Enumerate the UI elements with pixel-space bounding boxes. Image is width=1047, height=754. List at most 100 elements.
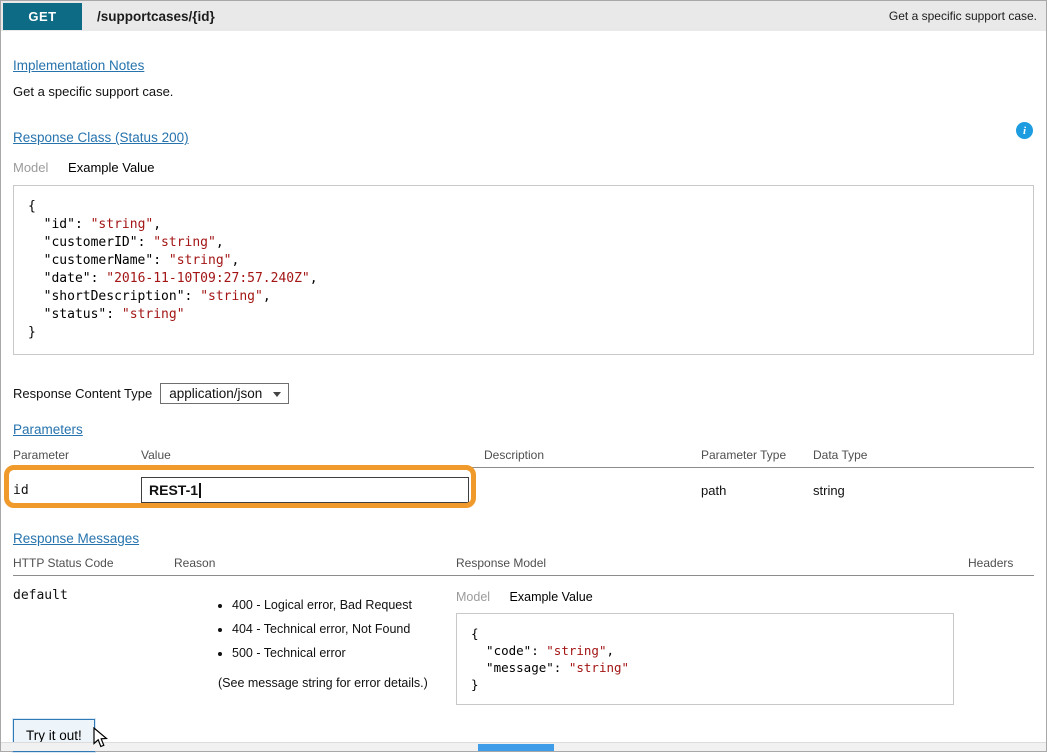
code-line: { [471, 625, 939, 642]
chevron-down-icon [273, 392, 281, 397]
json-comma: , [310, 271, 318, 286]
horizontal-scrollbar-thumb[interactable] [478, 744, 554, 751]
json-sep: : [185, 289, 201, 304]
code-line: "status": "string" [28, 306, 1019, 324]
column-header-parameter: Parameter [13, 448, 141, 462]
code-line: "customerName": "string", [28, 252, 1019, 270]
implementation-notes-link[interactable]: Implementation Notes [13, 58, 144, 73]
horizontal-scrollbar[interactable] [1, 742, 1046, 751]
json-value: "string" [200, 289, 263, 304]
reason-bullet-list: 400 - Logical error, Bad Request 404 - T… [174, 598, 456, 660]
json-sep: : [531, 643, 546, 658]
implementation-notes-text: Get a specific support case. [13, 84, 1034, 99]
json-comma: , [606, 643, 614, 658]
http-method-badge[interactable]: GET [3, 3, 82, 30]
column-header-headers: Headers [968, 556, 1034, 570]
json-sep: : [106, 307, 122, 322]
text-caret [199, 483, 201, 498]
param-value-cell: REST-1 [141, 477, 484, 503]
code-line: "message": "string" [471, 659, 939, 676]
param-data-type: string [813, 483, 1034, 498]
json-value: "string" [569, 660, 629, 675]
tab-model[interactable]: Model [13, 160, 48, 175]
json-sep: : [75, 217, 91, 232]
response-content-type-row: Response Content Type application/json [13, 383, 1034, 404]
reason-bullet: 500 - Technical error [232, 646, 456, 660]
code-line: "code": "string", [471, 642, 939, 659]
json-key: "message" [486, 660, 554, 675]
json-value: "string" [153, 235, 216, 250]
json-comma: , [153, 217, 161, 232]
json-key: "id" [44, 217, 75, 232]
json-value: "string" [169, 253, 232, 268]
column-header-data-type: Data Type [813, 448, 1034, 462]
status-code-cell: default [13, 588, 174, 603]
code-line: "id": "string", [28, 216, 1019, 234]
json-comma: , [263, 289, 271, 304]
column-header-reason: Reason [174, 556, 456, 570]
reason-cell: 400 - Logical error, Bad Request 404 - T… [174, 588, 456, 690]
code-line: "shortDescription": "string", [28, 288, 1019, 306]
id-value-input[interactable]: REST-1 [141, 477, 469, 503]
json-key: "customerID" [44, 235, 138, 250]
response-class-tabs: Model Example Value [13, 160, 1034, 175]
json-sep: : [91, 271, 107, 286]
json-key: "shortDescription" [44, 289, 185, 304]
selected-content-type: application/json [169, 386, 262, 401]
json-key: "status" [44, 307, 107, 322]
tab-example-value[interactable]: Example Value [68, 160, 154, 175]
json-key: "code" [486, 643, 531, 658]
column-header-http-status-code: HTTP Status Code [13, 556, 174, 570]
code-line: } [28, 324, 1019, 342]
code-line: { [28, 198, 1019, 216]
parameters-table-header: Parameter Value Description Parameter Ty… [13, 448, 1034, 468]
response-model-code-block: { "code": "string", "message": "string" … [456, 613, 954, 705]
response-messages-link[interactable]: Response Messages [13, 531, 139, 546]
response-model-tabs: Model Example Value [456, 590, 968, 604]
response-class-link[interactable]: Response Class (Status 200) [13, 130, 189, 145]
json-key: "date" [44, 271, 91, 286]
json-value: "string" [546, 643, 606, 658]
column-header-description: Description [484, 448, 701, 462]
reason-note: (See message string for error details.) [174, 676, 456, 690]
column-header-response-model: Response Model [456, 556, 968, 570]
json-value: "string" [122, 307, 185, 322]
id-value-text: REST-1 [149, 482, 198, 498]
response-model-cell: Model Example Value { "code": "string", … [456, 588, 968, 705]
operation-summary: Get a specific support case. [889, 9, 1037, 23]
json-sep: : [554, 660, 569, 675]
code-brace: } [28, 325, 36, 340]
parameters-link[interactable]: Parameters [13, 422, 83, 437]
endpoint-path[interactable]: /supportcases/{id} [97, 9, 215, 24]
response-content-type-select[interactable]: application/json [160, 383, 289, 404]
code-brace: { [28, 199, 36, 214]
json-sep: : [153, 253, 169, 268]
param-type: path [701, 483, 813, 498]
code-line: } [471, 676, 939, 693]
reason-bullet: 400 - Logical error, Bad Request [232, 598, 456, 612]
response-model-tab-model[interactable]: Model [456, 590, 490, 604]
json-sep: : [138, 235, 154, 250]
response-messages-table-header: HTTP Status Code Reason Response Model H… [13, 556, 1034, 576]
column-header-parameter-type: Parameter Type [701, 448, 813, 462]
column-header-value: Value [141, 448, 484, 462]
response-model-tab-example-value[interactable]: Example Value [510, 590, 593, 604]
code-line: "customerID": "string", [28, 234, 1019, 252]
operation-header: GET /supportcases/{id} Get a specific su… [1, 1, 1046, 31]
parameter-row: id REST-1 path string [13, 468, 1034, 513]
reason-bullet: 404 - Technical error, Not Found [232, 622, 456, 636]
param-name: id [13, 483, 141, 498]
example-value-code-block: { "id": "string", "customerID": "string"… [13, 185, 1034, 355]
code-brace: } [471, 677, 479, 692]
response-message-row: default 400 - Logical error, Bad Request… [13, 576, 1034, 705]
json-value: "string" [91, 217, 154, 232]
code-brace: { [471, 626, 479, 641]
operation-body: Implementation Notes Get a specific supp… [1, 31, 1046, 752]
json-value: "2016-11-10T09:27:57.240Z" [106, 271, 310, 286]
json-key: "customerName" [44, 253, 154, 268]
code-line: "date": "2016-11-10T09:27:57.240Z", [28, 270, 1019, 288]
mouse-cursor [93, 727, 110, 754]
json-comma: , [232, 253, 240, 268]
response-content-type-label: Response Content Type [13, 386, 152, 401]
json-comma: , [216, 235, 224, 250]
